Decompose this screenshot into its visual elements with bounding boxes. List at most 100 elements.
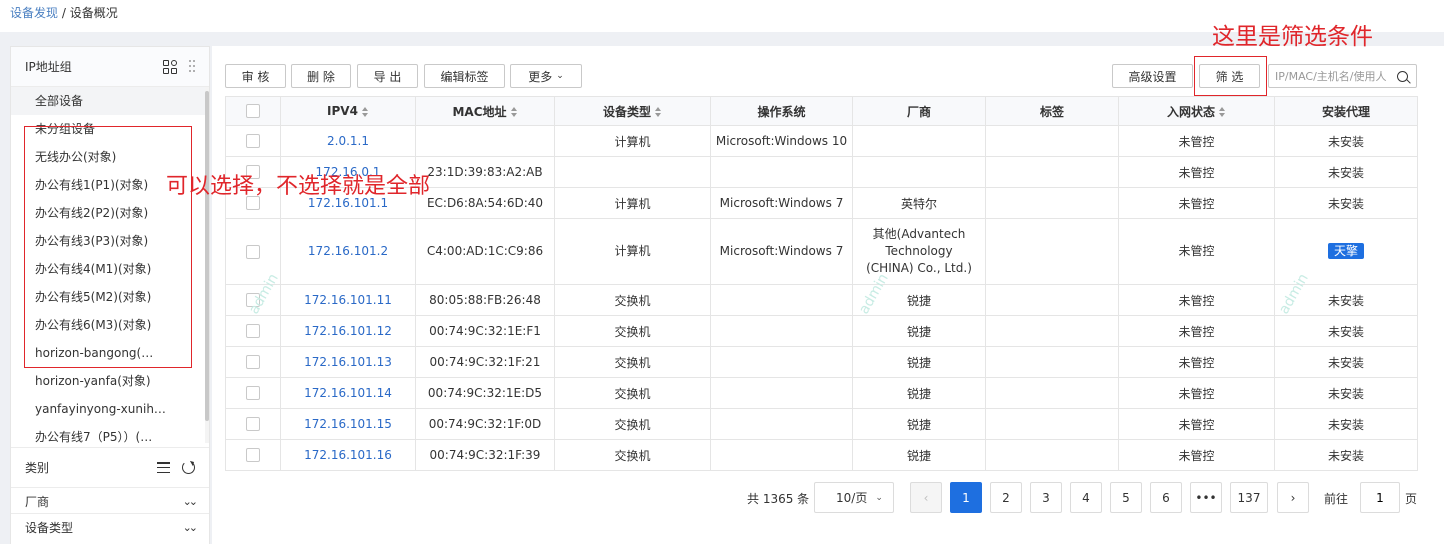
ip-link[interactable]: 2.0.1.1 bbox=[327, 134, 369, 148]
os-cell bbox=[710, 346, 853, 378]
audit-button[interactable]: 审 核 bbox=[225, 64, 286, 88]
pagination-total: 共 1365 条 bbox=[747, 492, 810, 506]
page-button[interactable]: 3 bbox=[1030, 482, 1062, 513]
table-row[interactable]: 2.0.1.1 计算机 Microsoft:Windows 10 未管控 未安装 bbox=[225, 125, 1418, 157]
col-mac[interactable]: MAC地址 bbox=[415, 96, 555, 126]
more-pages-button[interactable]: ••• bbox=[1190, 482, 1222, 513]
ip-group-item[interactable]: yanfayinyong-xunih… bbox=[11, 395, 205, 423]
row-select-cell bbox=[225, 439, 281, 471]
ip-group-title: IP地址组 bbox=[25, 60, 72, 74]
ip-link[interactable]: 172.16.101.15 bbox=[304, 417, 392, 431]
ip-link[interactable]: 172.16.101.14 bbox=[304, 386, 392, 400]
advanced-settings-button[interactable]: 高级设置 bbox=[1112, 64, 1193, 88]
network-status-cell: 未管控 bbox=[1118, 218, 1275, 285]
network-status-cell: 未管控 bbox=[1118, 187, 1275, 219]
drag-handle-icon[interactable] bbox=[189, 59, 195, 74]
row-select-cell bbox=[225, 125, 281, 157]
section-vendor[interactable]: 厂商 ⌄⌄ bbox=[11, 487, 209, 515]
grid-view-icon[interactable] bbox=[163, 59, 177, 74]
table-row[interactable]: 172.16.101.16 00:74:9C:32:1F:39 交换机 锐捷 未管控 未安… bbox=[225, 439, 1418, 471]
search-input[interactable] bbox=[1275, 69, 1395, 83]
row-checkbox[interactable] bbox=[246, 386, 260, 401]
os-cell: Microsoft:Windows 7 bbox=[710, 187, 853, 219]
search-box bbox=[1268, 64, 1417, 88]
delete-button[interactable]: 删 除 bbox=[291, 64, 351, 88]
ip-group-scrollbar[interactable] bbox=[205, 87, 209, 443]
vendor-cell: 锐捷 bbox=[852, 377, 986, 409]
mac-cell: C4:00:AD:1C:C9:86 bbox=[415, 218, 555, 285]
row-checkbox[interactable] bbox=[246, 134, 260, 149]
select-all-checkbox[interactable] bbox=[246, 104, 260, 119]
vendor-cell: 锐捷 bbox=[852, 408, 986, 440]
annotation-box-groups bbox=[24, 126, 192, 368]
breadcrumb-parent[interactable]: 设备发现 bbox=[10, 6, 58, 20]
sort-icon[interactable] bbox=[510, 107, 518, 117]
table-row[interactable]: 172.16.101.2 C4:00:AD:1C:C9:86 计算机 Microsof… bbox=[225, 218, 1418, 285]
agent-cell: 未安装 bbox=[1274, 439, 1418, 471]
network-status-cell: 未管控 bbox=[1118, 408, 1275, 440]
col-network-status[interactable]: 入网状态 bbox=[1118, 96, 1275, 126]
sort-icon[interactable] bbox=[1219, 107, 1226, 117]
page-size-select[interactable]: 10/页 ⌄ bbox=[814, 482, 894, 513]
tag-cell bbox=[985, 377, 1119, 409]
vendor-cell bbox=[852, 125, 986, 157]
ip-link[interactable]: 172.16.101.11 bbox=[304, 293, 392, 307]
page-button[interactable]: 1 bbox=[950, 482, 982, 513]
vendor-cell: 锐捷 bbox=[852, 439, 986, 471]
ip-link[interactable]: 172.16.101.12 bbox=[304, 324, 392, 338]
edit-tags-button[interactable]: 编辑标签 bbox=[424, 64, 505, 88]
more-button[interactable]: 更多 ⌄ bbox=[510, 64, 582, 88]
page-button[interactable]: 5 bbox=[1110, 482, 1142, 513]
ip-group-item[interactable]: 办公有线7（P5））(… bbox=[11, 423, 205, 443]
page-button[interactable]: 6 bbox=[1150, 482, 1182, 513]
row-checkbox[interactable] bbox=[246, 324, 260, 339]
network-status-cell: 未管控 bbox=[1118, 125, 1275, 157]
os-cell bbox=[710, 315, 853, 347]
ip-group-item[interactable]: 全部设备 bbox=[11, 87, 205, 115]
export-button[interactable]: 导 出 bbox=[357, 64, 418, 88]
refresh-icon[interactable] bbox=[182, 461, 195, 474]
search-icon[interactable] bbox=[1397, 70, 1408, 82]
os-cell bbox=[710, 408, 853, 440]
table-row[interactable]: 172.16.101.13 00:74:9C:32:1F:21 交换机 锐捷 未管控 未安… bbox=[225, 346, 1418, 378]
list-icon[interactable] bbox=[157, 462, 170, 473]
col-device-type[interactable]: 设备类型 bbox=[554, 96, 711, 126]
network-status-cell: 未管控 bbox=[1118, 284, 1275, 316]
row-checkbox[interactable] bbox=[246, 448, 260, 463]
table-row[interactable]: 172.16.101.14 00:74:9C:32:1E:D5 交换机 锐捷 未管控 未安… bbox=[225, 377, 1418, 409]
row-checkbox[interactable] bbox=[246, 355, 260, 370]
agent-cell: 未安装 bbox=[1274, 187, 1418, 219]
section-vendor-label: 厂商 bbox=[25, 495, 50, 509]
next-page-button[interactable]: › bbox=[1277, 482, 1309, 513]
page-button[interactable]: 4 bbox=[1070, 482, 1102, 513]
col-ipv4[interactable]: IPV4 bbox=[280, 96, 416, 126]
ip-group-item[interactable]: horizon-yanfa(对象) bbox=[11, 367, 205, 395]
vendor-cell bbox=[852, 156, 986, 188]
table-row[interactable]: 172.16.101.12 00:74:9C:32:1E:F1 交换机 锐捷 未管控 未安… bbox=[225, 315, 1418, 347]
table-row[interactable]: 172.16.101.11 80:05:88:FB:26:48 交换机 锐捷 未管控 未安… bbox=[225, 284, 1418, 316]
col-os: 操作系统 bbox=[710, 96, 853, 126]
section-device-type[interactable]: 设备类型 ⌄⌄ bbox=[11, 513, 209, 541]
prev-page-button[interactable]: ‹ bbox=[910, 482, 942, 513]
page-button[interactable]: 137 bbox=[1230, 482, 1268, 513]
tag-cell bbox=[985, 156, 1119, 188]
row-select-cell bbox=[225, 377, 281, 409]
tag-cell bbox=[985, 284, 1119, 316]
ip-link[interactable]: 172.16.101.2 bbox=[308, 244, 388, 258]
row-checkbox[interactable] bbox=[246, 417, 260, 432]
tag-cell bbox=[985, 315, 1119, 347]
network-status-cell: 未管控 bbox=[1118, 156, 1275, 188]
ip-link[interactable]: 172.16.101.16 bbox=[304, 448, 392, 462]
table-row[interactable]: 172.16.101.15 00:74:9C:32:1F:0D 交换机 锐捷 未管控 未安… bbox=[225, 408, 1418, 440]
jump-page-input[interactable] bbox=[1360, 482, 1400, 513]
page-button[interactable]: 2 bbox=[990, 482, 1022, 513]
sort-icon[interactable] bbox=[655, 107, 662, 117]
mac-cell: 80:05:88:FB:26:48 bbox=[415, 284, 555, 316]
sort-icon[interactable] bbox=[361, 106, 369, 117]
row-checkbox[interactable] bbox=[246, 244, 260, 259]
ip-link[interactable]: 172.16.101.13 bbox=[304, 355, 392, 369]
agent-cell: 未安装 bbox=[1274, 156, 1418, 188]
agent-cell: 未安装 bbox=[1274, 408, 1418, 440]
vendor-cell: 锐捷 bbox=[852, 346, 986, 378]
device-type-cell: 交换机 bbox=[554, 346, 711, 378]
